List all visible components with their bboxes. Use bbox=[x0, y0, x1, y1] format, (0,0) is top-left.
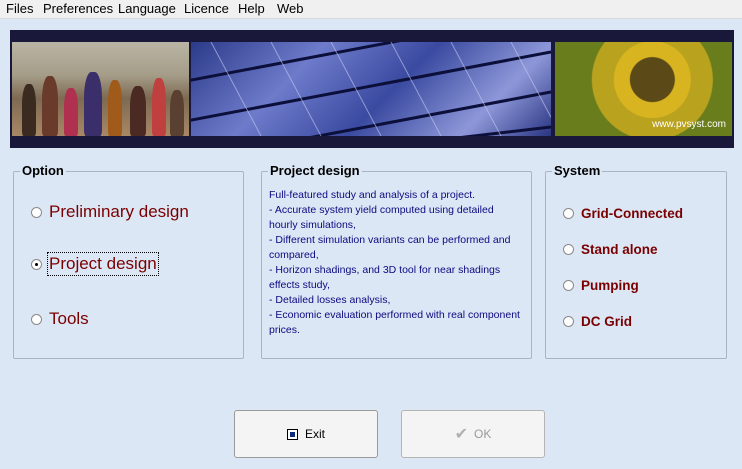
banner-image-people bbox=[12, 42, 189, 136]
radio-button-checked-icon[interactable] bbox=[31, 258, 42, 270]
option-group-title: Option bbox=[20, 163, 66, 178]
exit-button-label: Exit bbox=[304, 427, 325, 441]
exit-door-icon bbox=[286, 428, 298, 440]
system-group: System Grid-Connected Stand alone Pumpin… bbox=[545, 163, 727, 359]
ok-button[interactable]: ✔ OK bbox=[401, 410, 545, 458]
menu-help[interactable]: Help bbox=[238, 1, 265, 16]
system-label: Stand alone bbox=[581, 242, 658, 257]
exit-button[interactable]: Exit bbox=[234, 410, 378, 458]
radio-button-icon[interactable] bbox=[31, 206, 42, 218]
ok-button-label: OK bbox=[474, 427, 492, 441]
system-grid-connected[interactable]: Grid-Connected bbox=[563, 206, 683, 221]
project-design-description: Full-featured study and analysis of a pr… bbox=[269, 189, 520, 336]
radio-button-icon[interactable] bbox=[563, 280, 574, 291]
system-label: DC Grid bbox=[581, 314, 633, 329]
option-label: Tools bbox=[49, 309, 89, 328]
system-group-title: System bbox=[552, 163, 603, 178]
project-design-group-title: Project design bbox=[268, 163, 362, 178]
radio-button-icon[interactable] bbox=[563, 316, 574, 327]
banner-url-text: www.pvsyst.com bbox=[652, 119, 726, 130]
menu-files[interactable]: Files bbox=[6, 1, 33, 16]
system-label: Pumping bbox=[581, 278, 639, 293]
project-design-group: Project design Full-featured study and a… bbox=[261, 163, 532, 359]
menu-language[interactable]: Language bbox=[118, 1, 176, 16]
header-banner: www.pvsyst.com bbox=[10, 30, 734, 148]
option-tools[interactable]: Tools bbox=[31, 309, 89, 329]
system-pumping[interactable]: Pumping bbox=[563, 278, 639, 293]
option-label: Project design bbox=[47, 252, 159, 276]
radio-button-icon[interactable] bbox=[563, 244, 574, 255]
menu-web[interactable]: Web bbox=[277, 1, 304, 16]
option-label: Preliminary design bbox=[49, 202, 189, 221]
option-project-design[interactable]: Project design bbox=[31, 252, 159, 276]
menu-licence[interactable]: Licence bbox=[184, 1, 229, 16]
menu-bar: Files Preferences Language Licence Help … bbox=[0, 0, 742, 19]
system-stand-alone[interactable]: Stand alone bbox=[563, 242, 658, 257]
check-icon: ✔ bbox=[454, 426, 469, 443]
option-group: Option Preliminary design Project design… bbox=[13, 163, 244, 359]
option-preliminary-design[interactable]: Preliminary design bbox=[31, 202, 189, 222]
radio-button-icon[interactable] bbox=[31, 313, 42, 325]
system-label: Grid-Connected bbox=[581, 206, 684, 221]
banner-image-solar-panels bbox=[191, 42, 551, 136]
system-dc-grid[interactable]: DC Grid bbox=[563, 314, 632, 329]
radio-button-icon[interactable] bbox=[563, 208, 574, 219]
menu-preferences[interactable]: Preferences bbox=[43, 1, 113, 16]
banner-image-sunflower: www.pvsyst.com bbox=[555, 42, 732, 136]
